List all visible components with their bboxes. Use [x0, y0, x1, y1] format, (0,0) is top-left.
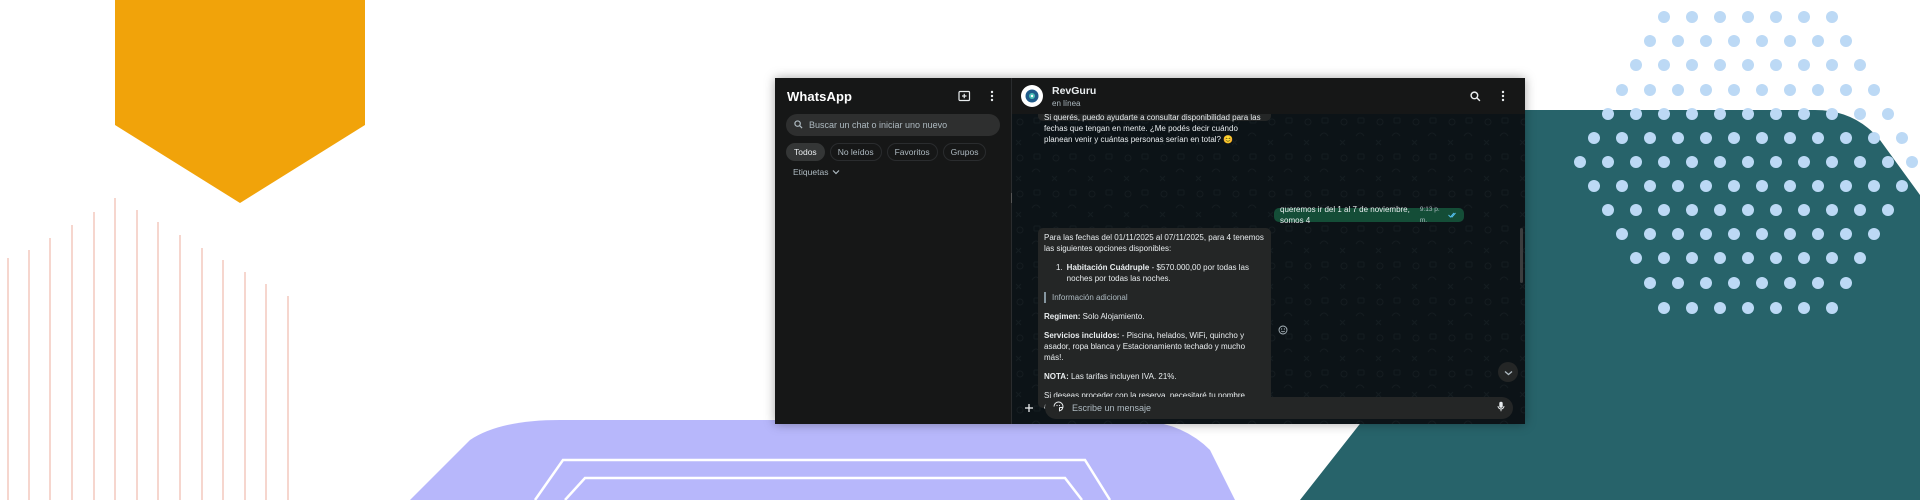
emoji-reaction-icon[interactable] — [1278, 322, 1288, 340]
note-value: Las tarifas incluyen IVA. 21%. — [1068, 372, 1177, 381]
room-option-item: 1. Habitación Cuádruple - $570.000,00 po… — [1044, 262, 1265, 284]
room-option-text: Habitación Cuádruple - $570.000,00 por t… — [1067, 262, 1265, 284]
labels-dropdown-label: Etiquetas — [793, 167, 829, 177]
microphone-icon[interactable] — [1497, 399, 1505, 417]
filter-chip-no-leidos[interactable]: No leídos — [829, 143, 882, 161]
message-text: queremos ir del 1 al 7 de noviembre, som… — [1280, 205, 1410, 225]
message-input-box[interactable] — [1045, 397, 1513, 419]
search-input[interactable] — [809, 120, 989, 130]
filter-chips: Todos No leídos Favoritos Grupos — [775, 136, 1011, 161]
contact-name: RevGuru — [1052, 84, 1097, 97]
message-bubble-outgoing[interactable]: queremos ir del 1 al 7 de noviembre, som… — [1274, 205, 1464, 225]
chat-header-actions — [1468, 89, 1516, 103]
note-line: NOTA: Las tarifas incluyen IVA. 21%. — [1044, 371, 1265, 382]
message-list: Si querés, puedo ayudarte a consultar di… — [1012, 92, 1525, 411]
whatsapp-window: WhatsApp Todos No leídos Favoritos Grupo… — [775, 78, 1525, 424]
search-icon — [794, 116, 803, 134]
filter-chip-todos[interactable]: Todos — [786, 143, 825, 161]
message-time: 9:13 p. m. — [1419, 206, 1440, 224]
plus-icon[interactable] — [1022, 401, 1036, 415]
revguru-logo-icon — [1025, 89, 1039, 103]
scroll-to-bottom-button[interactable] — [1498, 362, 1518, 382]
note-label: NOTA: — [1044, 372, 1069, 381]
message-bubble-incoming[interactable]: Para las fechas del 01/11/2025 al 07/11/… — [1038, 228, 1271, 411]
chat-header[interactable]: RevGuru en línea — [1012, 78, 1525, 114]
app-title: WhatsApp — [787, 88, 853, 104]
room-name: Habitación Cuádruple — [1066, 263, 1150, 272]
chat-scrollbar[interactable] — [1520, 228, 1523, 283]
orange-pennant-shape — [115, 0, 365, 203]
sidebar-header: WhatsApp — [775, 78, 1011, 114]
regime-label: Regimen: — [1044, 312, 1081, 321]
new-chat-icon[interactable] — [957, 89, 971, 103]
message-input[interactable] — [1072, 403, 1489, 413]
message-composer — [1016, 397, 1519, 419]
chevron-down-icon — [832, 167, 840, 177]
sticker-icon[interactable] — [1053, 399, 1064, 417]
list-number: 1. — [1056, 263, 1063, 272]
services-label: Servicios incluidos: — [1044, 331, 1120, 340]
chevron-down-icon — [1504, 363, 1513, 381]
search-icon[interactable] — [1468, 89, 1482, 103]
more-vertical-icon[interactable] — [985, 89, 999, 103]
contact-status: en línea — [1052, 98, 1081, 108]
search-bar[interactable] — [786, 114, 1000, 136]
more-vertical-icon[interactable] — [1496, 89, 1510, 103]
double-check-icon — [1448, 210, 1458, 221]
message-intro: Para las fechas del 01/11/2025 al 07/11/… — [1044, 233, 1264, 253]
quote-block: Información adicional — [1044, 292, 1265, 303]
peach-lines-decoration — [7, 198, 289, 500]
chat-list-sidebar: WhatsApp Todos No leídos Favoritos Grupo… — [775, 78, 1014, 424]
avatar[interactable] — [1021, 85, 1043, 107]
services-line: Servicios incluidos: - Piscina, helados,… — [1044, 330, 1265, 363]
regime-line: Regimen: Solo Alojamiento. — [1044, 311, 1265, 322]
regime-value: Solo Alojamiento. — [1080, 312, 1145, 321]
sidebar-actions — [957, 89, 999, 103]
contact-info[interactable]: RevGuru en línea — [1052, 85, 1459, 108]
filter-chip-grupos[interactable]: Grupos — [942, 143, 987, 161]
filter-chip-favoritos[interactable]: Favoritos — [886, 143, 938, 161]
labels-dropdown[interactable]: Etiquetas — [775, 161, 1011, 177]
chat-pane: RevGuru en línea Si querés, puedo ayudar… — [1012, 78, 1525, 424]
